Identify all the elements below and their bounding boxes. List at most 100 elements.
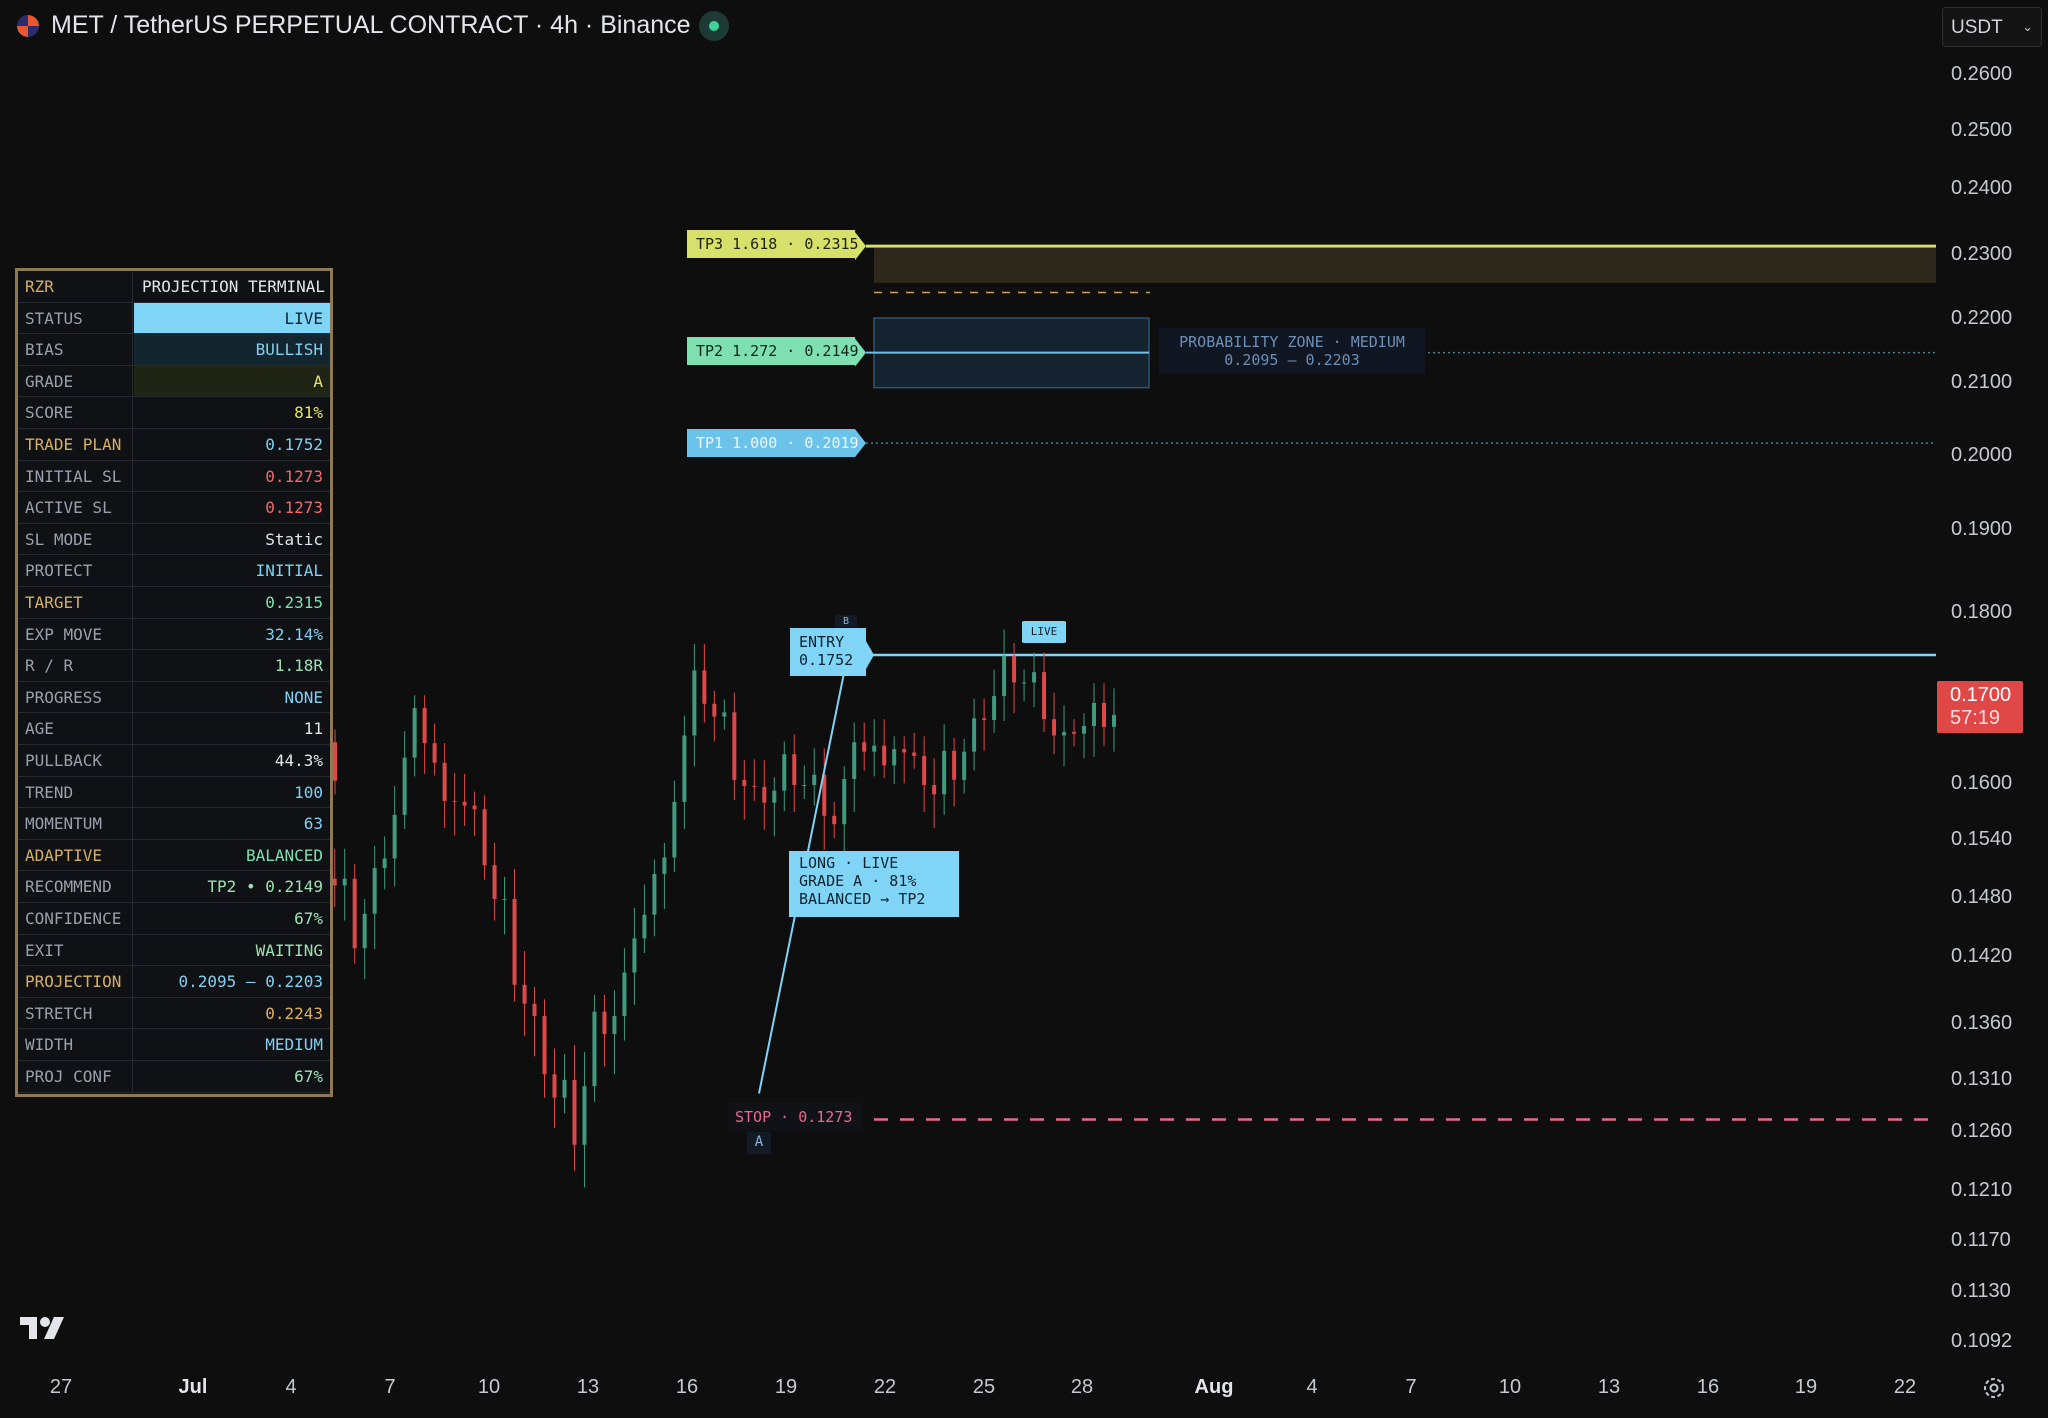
candle-body bbox=[432, 743, 437, 763]
candle-body bbox=[1052, 719, 1057, 736]
candle-body bbox=[1111, 714, 1116, 727]
terminal-row: PULLBACK 44.3% bbox=[18, 745, 330, 777]
price-tick: 0.2400 bbox=[1951, 177, 2013, 199]
terminal-value: 100 bbox=[294, 782, 323, 802]
terminal-value: 0.2243 bbox=[265, 1003, 323, 1023]
candle-body bbox=[452, 800, 457, 802]
candle-body bbox=[402, 757, 407, 815]
entry-label: ENTRY 0.1752 bbox=[790, 628, 866, 676]
price-tick: 0.1600 bbox=[1951, 772, 2013, 794]
price-tick: 0.1540 bbox=[1951, 828, 2013, 850]
currency-select[interactable]: USDT ⌄ bbox=[1942, 7, 2042, 47]
time-tick: 19 bbox=[774, 1376, 798, 1398]
terminal-value: 11 bbox=[303, 719, 323, 739]
candle-body bbox=[582, 1086, 587, 1145]
candle-body bbox=[752, 785, 757, 787]
candle-body bbox=[412, 708, 417, 758]
candle-body bbox=[333, 742, 337, 781]
terminal-row: TRADE PLAN 0.1752 bbox=[18, 429, 330, 461]
candle-body bbox=[682, 735, 687, 802]
symbol-title[interactable]: MET / TetherUS PERPETUAL CONTRACT · 4h ·… bbox=[51, 11, 691, 40]
candle-body bbox=[1092, 702, 1097, 727]
terminal-row: GRADE A bbox=[18, 365, 330, 398]
candle-body bbox=[792, 754, 797, 785]
signal-direction: LONG · LIVE bbox=[799, 854, 899, 872]
candle-body bbox=[552, 1074, 557, 1098]
live-tag: LIVE bbox=[1022, 621, 1066, 643]
terminal-row: AGE 11 bbox=[18, 713, 330, 745]
candle-body bbox=[372, 868, 377, 914]
price-tick: 0.1480 bbox=[1951, 886, 2013, 908]
price-tick: 0.2600 bbox=[1951, 63, 2013, 85]
terminal-row: CONFIDENCE 67% bbox=[18, 903, 330, 935]
terminal-value: 63 bbox=[303, 814, 323, 834]
tp3-label: TP3 1.618 · 0.2315 bbox=[687, 230, 859, 258]
projection-terminal: RZR PROJECTION TERMINAL STATUS LIVE BIAS BULL… bbox=[15, 268, 333, 1097]
label-pointer bbox=[866, 641, 874, 670]
time-tick: 10 bbox=[477, 1376, 501, 1398]
terminal-row: PROTECT INITIAL bbox=[18, 555, 330, 587]
terminal-value: 1.18R bbox=[274, 656, 323, 676]
candle-body bbox=[692, 670, 697, 736]
terminal-row: WIDTH MEDIUM bbox=[18, 1029, 330, 1061]
terminal-value: PROJECTION TERMINAL bbox=[142, 277, 326, 296]
time-tick: 27 bbox=[49, 1376, 73, 1398]
terminal-key: PULLBACK bbox=[18, 745, 133, 776]
terminal-key: ACTIVE SL bbox=[18, 492, 133, 523]
terminal-value: NONE bbox=[284, 687, 323, 707]
candle-body bbox=[442, 762, 447, 801]
last-price: 0.1700 bbox=[1950, 684, 2012, 706]
candle-body bbox=[602, 1011, 607, 1034]
terminal-row: EXP MOVE 32.14% bbox=[18, 618, 330, 651]
terminal-key: ADAPTIVE bbox=[18, 839, 133, 871]
candle-body bbox=[742, 779, 747, 786]
candle-body bbox=[772, 790, 777, 803]
candle-body bbox=[1002, 655, 1007, 697]
time-axis[interactable]: 27 Jul 4 7 10 13 16 19 22 25 28 Aug 4 7 10 13 16 19 22 bbox=[0, 1368, 1940, 1418]
terminal-value: WAITING bbox=[255, 940, 323, 960]
market-status-icon[interactable] bbox=[699, 11, 729, 41]
terminal-value: 0.2095 — 0.2203 bbox=[178, 972, 324, 992]
candle-body bbox=[892, 749, 897, 766]
time-tick: 13 bbox=[1597, 1376, 1621, 1398]
price-tick: 0.2000 bbox=[1951, 444, 2013, 466]
price-tick: 0.1092 bbox=[1951, 1330, 2013, 1352]
terminal-key: EXIT bbox=[18, 934, 133, 966]
time-tick: 16 bbox=[675, 1376, 699, 1398]
candle-body bbox=[512, 899, 517, 985]
candle-body bbox=[342, 878, 347, 886]
terminal-key: EXP MOVE bbox=[18, 618, 133, 650]
terminal-value: 0.2315 bbox=[265, 593, 323, 612]
candle-body bbox=[702, 670, 707, 704]
price-tick: 0.1260 bbox=[1951, 1120, 2013, 1142]
tradingview-logo-icon[interactable] bbox=[20, 1313, 72, 1343]
candle-body bbox=[902, 749, 907, 753]
candle-body bbox=[1032, 672, 1037, 683]
terminal-row: PROGRESS NONE bbox=[18, 681, 330, 714]
terminal-key: TRADE PLAN bbox=[18, 429, 133, 460]
candle-body bbox=[612, 1016, 617, 1034]
time-tick: 19 bbox=[1794, 1376, 1818, 1398]
terminal-row: STRETCH 0.2243 bbox=[18, 997, 330, 1030]
terminal-row: PROJECTION 0.2095 — 0.2203 bbox=[18, 966, 330, 998]
terminal-value: A bbox=[134, 365, 330, 397]
time-tick: 4 bbox=[1306, 1376, 1318, 1398]
currency-value: USDT bbox=[1951, 17, 2003, 38]
probability-zone-label: PROBABILITY ZONE · MEDIUM 0.2095 — 0.220… bbox=[1159, 328, 1425, 374]
candle-body bbox=[922, 755, 927, 785]
terminal-row: PROJ CONF 67% bbox=[18, 1061, 330, 1093]
price-tick: 0.1360 bbox=[1951, 1012, 2013, 1034]
settings-gear-icon[interactable] bbox=[1982, 1376, 2006, 1400]
terminal-row: BIAS BULLISH bbox=[18, 334, 330, 366]
terminal-key: PROJ CONF bbox=[18, 1061, 133, 1092]
tp2-label: TP2 1.272 · 0.2149 bbox=[687, 337, 859, 365]
candle-body bbox=[962, 751, 967, 780]
price-tick: 0.2500 bbox=[1951, 119, 2013, 141]
terminal-value: 32.14% bbox=[265, 624, 323, 644]
entry-title: ENTRY bbox=[799, 633, 845, 651]
terminal-key: AGE bbox=[18, 713, 133, 744]
terminal-value: 67% bbox=[294, 1067, 323, 1086]
candle-body bbox=[1012, 655, 1017, 683]
symbol-logo-icon[interactable] bbox=[17, 15, 39, 37]
zone-range: 0.2095 — 0.2203 bbox=[1224, 351, 1360, 369]
